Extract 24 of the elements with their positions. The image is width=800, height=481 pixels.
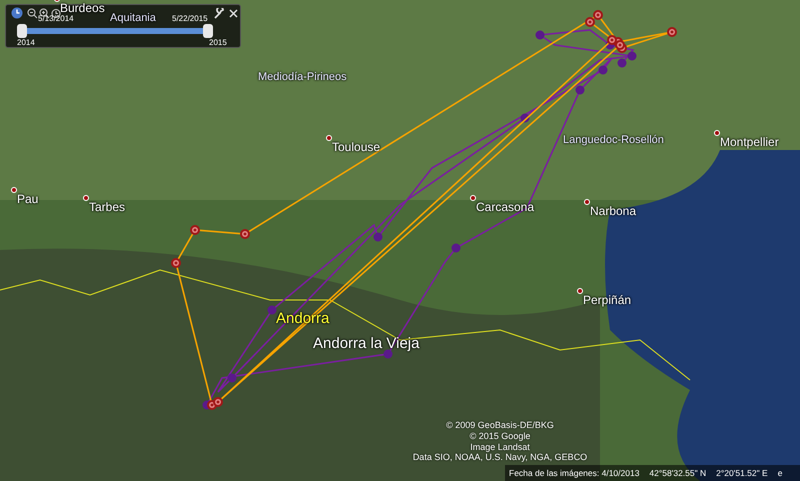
city-label: Tarbes xyxy=(89,201,126,214)
attribution-text: © 2009 GeoBasis-DE/BKG xyxy=(446,420,554,431)
attribution-text: Data SIO, NOAA, U.S. Navy, NGA, GEBCO xyxy=(412,452,588,464)
city-label: Pau xyxy=(17,193,38,206)
city-label: Burdeos xyxy=(60,2,105,15)
city-label: Toulouse xyxy=(332,141,380,154)
attribution-text: Image Landsat xyxy=(470,442,530,452)
elevation-label: e xyxy=(778,466,782,480)
end-year: 2015 xyxy=(209,39,227,47)
region-label: Aquitania xyxy=(110,12,156,24)
longitude: 2°20'51.52" E xyxy=(716,466,768,480)
city-label: Andorra la Vieja xyxy=(313,336,420,352)
start-date: 5/13/2014 xyxy=(38,15,74,23)
region-label: Mediodía-Pirineos xyxy=(258,71,347,84)
imagery-date: Fecha de las imágenes: 4/10/2013 xyxy=(509,466,640,480)
city-label: Narbona xyxy=(590,205,636,218)
city-label: Perpiñán xyxy=(583,294,632,308)
end-date: 5/22/2015 xyxy=(172,15,208,23)
city-label: Carcasona xyxy=(476,201,534,214)
start-year: 2014 xyxy=(17,39,35,47)
city-label: Montpellier xyxy=(720,136,779,150)
latitude: 42°58'32.55" N xyxy=(649,466,706,480)
attribution-text: © 2015 Google xyxy=(470,430,530,442)
region-label: Languedoc-Rosellón xyxy=(563,134,664,146)
